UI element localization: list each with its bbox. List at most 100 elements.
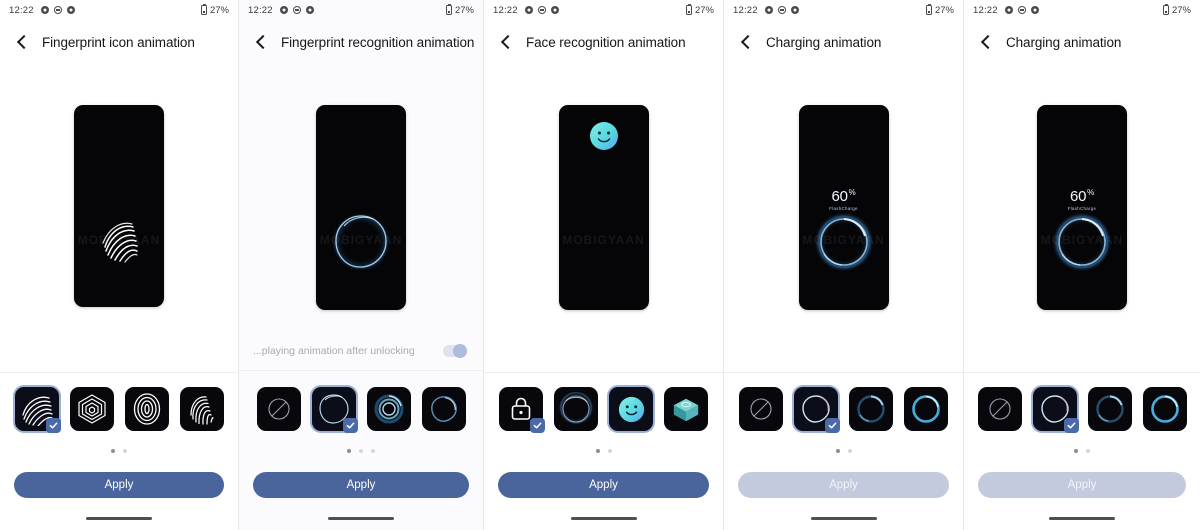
page-dot[interactable] <box>1086 449 1090 454</box>
back-arrow-icon[interactable] <box>253 34 269 50</box>
gear-icon <box>764 6 773 14</box>
page-dot[interactable] <box>347 449 351 454</box>
percent-symbol: % <box>1087 188 1094 197</box>
thumb-dark-ring[interactable] <box>554 387 598 432</box>
nav-pill <box>86 517 152 520</box>
apply-button[interactable]: Apply <box>738 472 949 499</box>
page-dot[interactable] <box>835 449 840 454</box>
page-dot[interactable] <box>123 449 127 454</box>
page-dot[interactable] <box>359 449 363 454</box>
apply-button[interactable]: Apply <box>14 472 224 499</box>
thumb-bright-ring[interactable] <box>904 387 948 432</box>
thumb-oval-ridges[interactable] <box>124 387 169 432</box>
thumbnail-row <box>484 387 723 434</box>
page-dots <box>964 449 1200 454</box>
page-dot[interactable] <box>111 449 115 454</box>
preview-stage: 60% FlashCharge MOBIGYAAN <box>964 64 1200 372</box>
battery-icon <box>445 3 452 15</box>
thumbnail-row <box>964 387 1200 434</box>
thumb-none-slash[interactable] <box>739 387 783 432</box>
thumb-padlock[interactable] <box>499 387 545 434</box>
battery-icon <box>685 3 692 15</box>
watermark: MOBIGYAAN <box>1040 233 1124 247</box>
page-title: Fingerprint icon animation <box>42 34 195 50</box>
panel-charging-animation-a: 12:22 27% Charging animation 60% FlashCh… <box>723 0 963 530</box>
preview-stage: MOBIGYAAN <box>0 64 238 372</box>
thumb-smiley[interactable] <box>609 387 653 432</box>
gear-icon <box>305 6 314 14</box>
status-icons <box>764 6 799 14</box>
do-not-disturb-icon <box>292 6 301 14</box>
thumb-cube[interactable] <box>664 387 708 432</box>
thumb-swirl-lines[interactable] <box>14 387 61 434</box>
charge-percent: 60% <box>799 188 889 205</box>
do-not-disturb-icon <box>537 6 546 14</box>
thumb-art <box>904 387 948 431</box>
nav-gesture-bar <box>484 498 723 530</box>
thumb-sketch-ring[interactable] <box>1032 387 1079 434</box>
charge-percent: 60% <box>1037 188 1127 205</box>
watermark: MOBIGYAAN <box>77 233 161 247</box>
gear-icon <box>279 6 288 14</box>
thumb-sketch-ring[interactable] <box>421 387 466 432</box>
back-arrow-icon[interactable] <box>14 34 30 50</box>
status-icons <box>40 6 75 14</box>
thumb-dual-ring[interactable] <box>1087 387 1132 432</box>
animation-toggle[interactable] <box>443 343 467 358</box>
screenshot-strip: 12:22 27% Fingerprint icon animation MOB… <box>0 0 1200 530</box>
nav-gesture-bar <box>724 498 963 530</box>
thumb-swirl-ring[interactable] <box>366 387 411 432</box>
status-battery: 27% <box>1162 3 1191 16</box>
apply-button[interactable]: Apply <box>253 472 469 499</box>
gear-icon <box>40 6 49 14</box>
apply-area: Apply <box>964 472 1200 499</box>
thumb-hex-layers[interactable] <box>69 387 114 432</box>
charge-percent-value: 60 <box>831 188 848 205</box>
panel-charging-animation-b: 12:22 27% Charging animation 60% FlashCh… <box>963 0 1200 530</box>
apply-button[interactable]: Apply <box>978 472 1186 499</box>
status-time: 12:22 <box>493 4 518 16</box>
apply-area: Apply <box>239 472 483 499</box>
battery-percent: 27% <box>1171 4 1191 16</box>
page-dot[interactable] <box>607 449 612 454</box>
thumb-art <box>422 387 466 431</box>
page-dot[interactable] <box>847 449 852 454</box>
thumbnail-section <box>964 372 1200 454</box>
toggle-row[interactable]: ...playing animation after unlocking <box>239 331 483 372</box>
thumb-none-slash[interactable] <box>256 387 301 432</box>
status-time: 12:22 <box>733 4 758 16</box>
back-arrow-icon[interactable] <box>738 34 754 50</box>
thumb-bright-ring[interactable] <box>1142 387 1187 432</box>
gear-icon <box>550 6 559 14</box>
status-bar: 12:22 27% <box>484 0 723 20</box>
thumb-art <box>180 387 224 431</box>
selected-check-icon <box>45 418 61 434</box>
nav-pill <box>328 517 394 520</box>
thumb-art <box>849 387 893 431</box>
smiley-face-icon <box>589 121 619 151</box>
page-dots <box>484 449 723 454</box>
panel-fingerprint-recognition-animation: 12:22 27% Fingerprint recognition animat… <box>238 0 483 530</box>
title-bar: Charging animation <box>724 20 963 64</box>
back-arrow-icon[interactable] <box>978 34 994 50</box>
thumb-fingerprint-classic[interactable] <box>179 387 224 432</box>
page-dot[interactable] <box>595 449 600 454</box>
panel-face-recognition-animation: 12:22 27% Face recognition animation MOB… <box>483 0 723 530</box>
thumb-thin-ring[interactable] <box>311 387 358 434</box>
phone-preview: 60% FlashCharge MOBIGYAAN <box>1037 105 1127 310</box>
back-arrow-icon[interactable] <box>498 34 514 50</box>
status-battery: 27% <box>925 3 954 16</box>
thumb-none-slash[interactable] <box>977 387 1022 432</box>
thumb-art <box>609 387 653 431</box>
page-dot[interactable] <box>371 449 375 454</box>
apply-button[interactable]: Apply <box>498 472 709 499</box>
page-dot[interactable] <box>1074 449 1078 454</box>
thumb-dual-ring[interactable] <box>849 387 893 432</box>
thumb-art <box>125 387 169 431</box>
percent-symbol: % <box>848 188 856 197</box>
thumb-sketch-ring[interactable] <box>794 387 840 434</box>
do-not-disturb-icon <box>53 6 62 14</box>
battery-percent: 27% <box>209 4 229 16</box>
nav-pill <box>810 517 877 520</box>
selected-check-icon <box>825 418 840 434</box>
